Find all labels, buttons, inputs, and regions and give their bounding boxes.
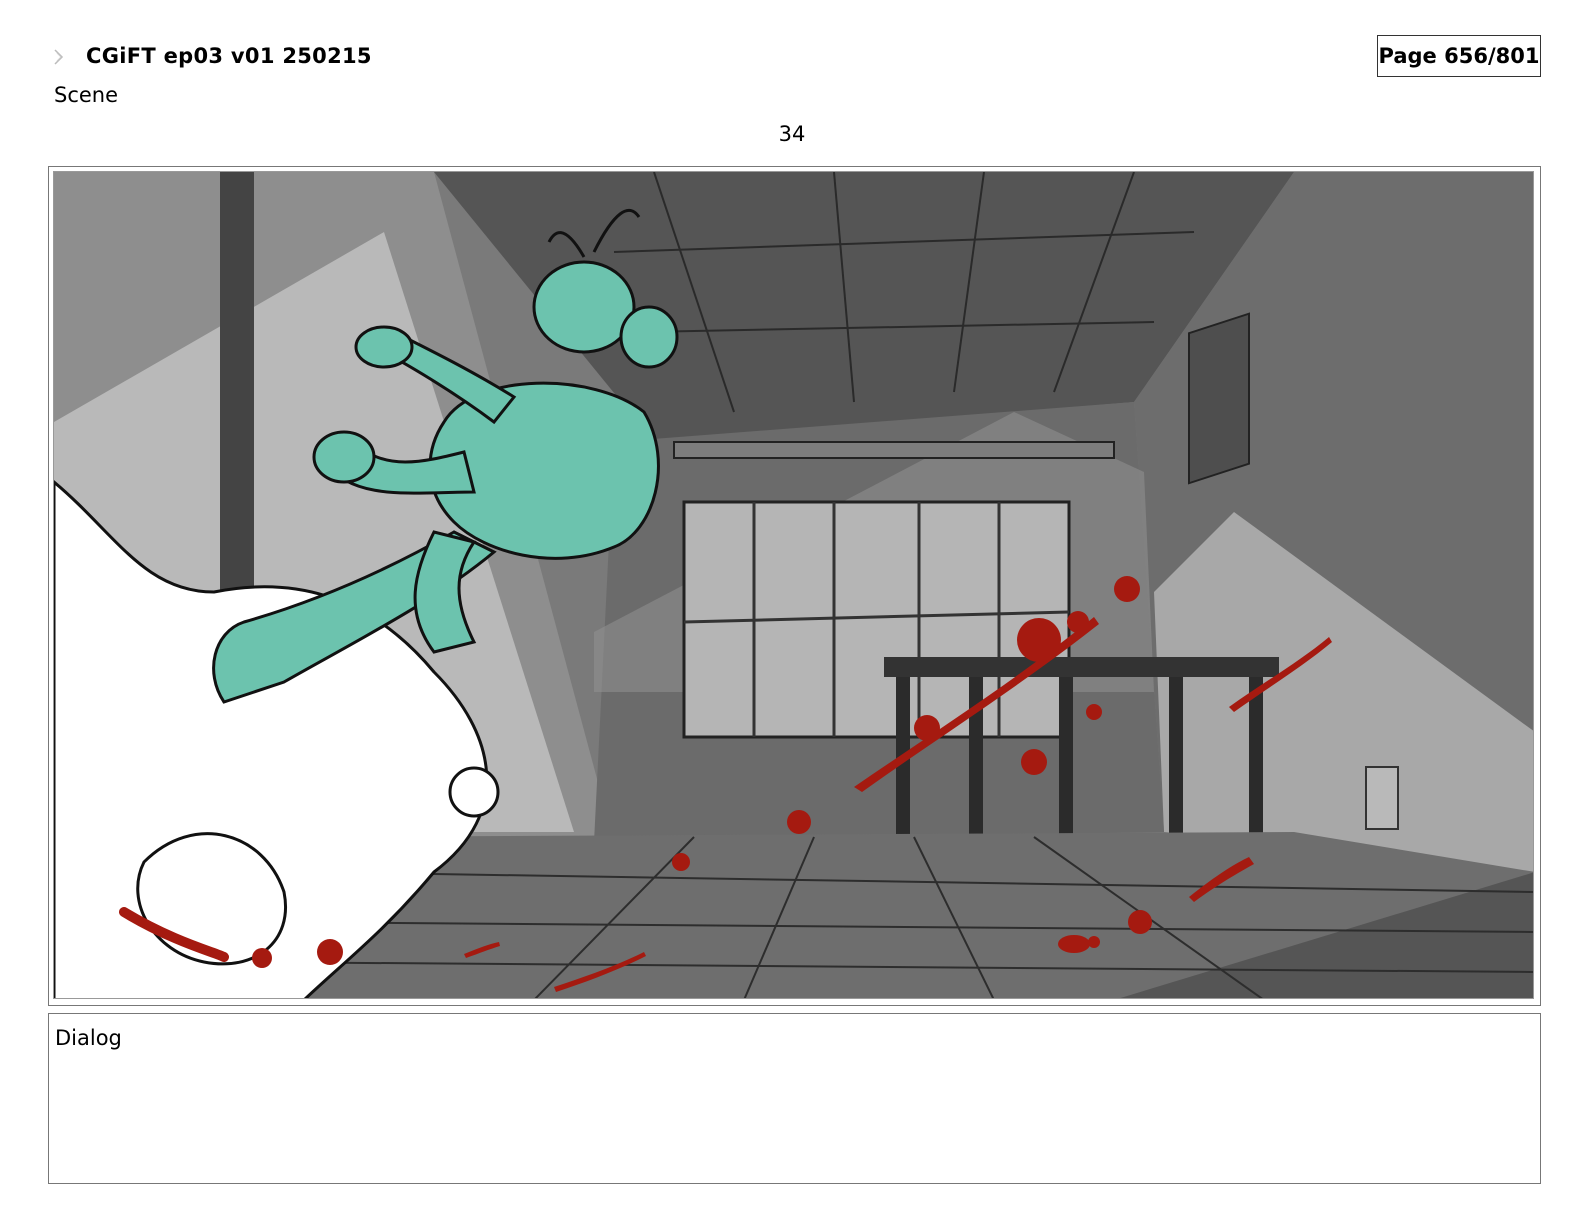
page-indicator: Page 656/801 [1377,35,1541,77]
document-title: CGiFT ep03 v01 250215 [86,44,372,68]
small-arrow-icon [54,49,64,65]
panel-number: 34 [778,122,806,146]
storyboard-drawing [54,172,1533,998]
scene-label: Scene [54,83,119,107]
dialog-label: Dialog [55,1026,122,1050]
storyboard-panel [48,166,1541,1006]
dialog-box: Dialog [48,1013,1541,1184]
panel-drawing [53,171,1534,999]
